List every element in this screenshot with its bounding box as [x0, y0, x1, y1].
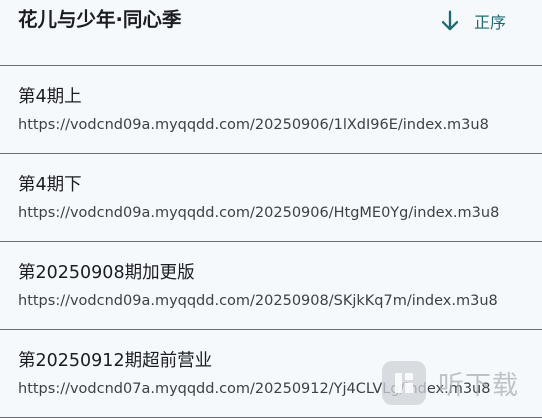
- episode-url: https://vodcnd09a.myqqdd.com/20250906/Ht…: [18, 205, 500, 221]
- episode-url: https://vodcnd09a.myqqdd.com/20250906/1l…: [18, 117, 489, 133]
- page-title: 花儿与少年·同心季: [18, 8, 182, 31]
- episode-title: 第4期上: [18, 87, 82, 107]
- sort-order-button[interactable]: 正序: [436, 4, 526, 38]
- episode-title: 第20250908期加更版: [18, 263, 195, 283]
- episode-url: https://vodcnd07a.myqqdd.com/20250912/Yj…: [18, 381, 491, 397]
- arrow-down-icon: [441, 10, 459, 31]
- episode-url: https://vodcnd09a.myqqdd.com/20250908/SK…: [18, 293, 498, 309]
- episode-item[interactable]: 第4期下 https://vodcnd09a.myqqdd.com/202509…: [0, 154, 542, 242]
- episode-item[interactable]: 第4期上 https://vodcnd09a.myqqdd.com/202509…: [0, 66, 542, 154]
- episode-item[interactable]: 第20250912期超前营业 https://vodcnd07a.myqqdd.…: [0, 330, 542, 418]
- episode-title: 第4期下: [18, 175, 82, 195]
- header-bar: 花儿与少年·同心季 正序: [0, 0, 542, 66]
- episode-title: 第20250912期超前营业: [18, 351, 213, 371]
- sort-order-label: 正序: [474, 13, 507, 32]
- episode-item[interactable]: 第20250908期加更版 https://vodcnd09a.myqqdd.c…: [0, 242, 542, 330]
- episode-list: 第4期上 https://vodcnd09a.myqqdd.com/202509…: [0, 66, 542, 418]
